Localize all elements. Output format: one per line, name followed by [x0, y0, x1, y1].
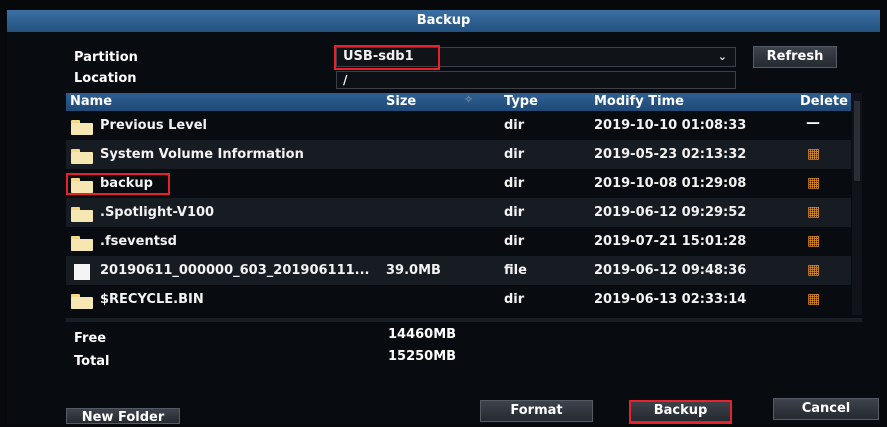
column-size[interactable]: Size — [386, 94, 416, 109]
sort-icon[interactable]: ✧ — [464, 93, 473, 106]
column-type[interactable]: Type — [504, 94, 538, 109]
trash-icon[interactable]: ▦ — [807, 175, 820, 191]
total-label: Total — [74, 354, 110, 369]
table-row[interactable]: $RECYCLE.BIN dir 2019-06-13 02:33:14 ▦ — [66, 285, 851, 314]
refresh-button[interactable]: Refresh — [753, 46, 837, 68]
free-value: 14460MB — [388, 327, 457, 342]
file-type: dir — [504, 205, 525, 220]
cancel-button[interactable]: Cancel — [773, 398, 879, 420]
file-modify-time: 2019-06-12 09:29:52 — [594, 205, 747, 220]
scrollbar-thumb[interactable] — [854, 101, 860, 181]
trash-icon[interactable]: ▦ — [807, 204, 820, 220]
file-type: dir — [504, 234, 525, 249]
trash-icon[interactable]: ▦ — [807, 233, 820, 249]
file-type: dir — [504, 147, 525, 162]
table-row[interactable]: .fseventsd dir 2019-07-21 15:01:28 ▦ — [66, 227, 851, 256]
file-type: dir — [504, 292, 525, 307]
file-modify-time: 2019-10-10 01:08:33 — [594, 118, 747, 133]
backup-button[interactable]: Backup — [629, 400, 732, 422]
table-row[interactable]: Previous Level dir 2019-10-10 01:08:33 — — [66, 111, 851, 140]
table-row[interactable]: .Spotlight-V100 dir 2019-06-12 09:29:52 … — [66, 198, 851, 227]
table-row[interactable]: 20190611_000000_603_201906111... 39.0MB … — [66, 256, 851, 285]
folder-icon — [71, 236, 93, 251]
partition-value: USB-sdb1 — [343, 49, 414, 64]
free-label: Free — [74, 331, 107, 346]
file-modify-time: 2019-05-23 02:13:32 — [594, 147, 747, 162]
list-bottom-divider — [66, 318, 862, 322]
format-button[interactable]: Format — [480, 400, 593, 422]
trash-icon[interactable]: ▦ — [807, 262, 820, 278]
file-modify-time: 2019-06-13 02:33:14 — [594, 292, 747, 307]
folder-icon — [71, 149, 93, 164]
column-delete: Delete — [800, 94, 848, 109]
file-type: dir — [504, 176, 525, 191]
file-name: $RECYCLE.BIN — [100, 292, 204, 307]
file-name: .fseventsd — [100, 234, 177, 249]
table-row[interactable]: System Volume Information dir 2019-05-23… — [66, 140, 851, 169]
new-folder-button[interactable]: New Folder — [66, 408, 180, 425]
window-title: Backup — [7, 10, 880, 32]
file-modify-time: 2019-06-12 09:48:36 — [594, 263, 747, 278]
file-size: 39.0MB — [386, 263, 441, 278]
file-list-scrollbar[interactable] — [852, 93, 862, 315]
folder-icon — [71, 178, 93, 193]
file-name: Previous Level — [100, 118, 207, 133]
partition-select[interactable]: USB-sdb1 ⌄ — [336, 47, 736, 67]
file-table-header: Name Size ✧ Type Modify Time Delete — [66, 93, 851, 111]
partition-label: Partition — [74, 50, 138, 65]
table-row[interactable]: backup dir 2019-10-08 01:29:08 ▦ — [66, 169, 851, 199]
file-type: file — [504, 263, 527, 278]
trash-icon[interactable]: ▦ — [807, 146, 820, 162]
folder-icon — [71, 120, 93, 135]
file-name: .Spotlight-V100 — [100, 205, 215, 220]
dash-icon: — — [806, 115, 820, 131]
file-name: 20190611_000000_603_201906111... — [100, 263, 370, 278]
folder-icon — [71, 207, 93, 222]
file-icon — [74, 264, 90, 280]
file-name: System Volume Information — [100, 147, 304, 162]
file-type: dir — [504, 118, 525, 133]
column-name[interactable]: Name — [70, 94, 112, 109]
folder-icon — [71, 294, 93, 309]
location-field[interactable]: / — [336, 71, 736, 89]
file-modify-time: 2019-07-21 15:01:28 — [594, 234, 747, 249]
file-list: Previous Level dir 2019-10-10 01:08:33 —… — [66, 111, 851, 315]
trash-icon[interactable]: ▦ — [807, 291, 820, 307]
total-value: 15250MB — [388, 349, 457, 364]
chevron-down-icon[interactable]: ⌄ — [718, 50, 727, 63]
column-modify-time[interactable]: Modify Time — [594, 94, 684, 109]
location-label: Location — [74, 71, 137, 86]
file-modify-time: 2019-10-08 01:29:08 — [594, 176, 747, 191]
file-name: backup — [100, 176, 153, 191]
